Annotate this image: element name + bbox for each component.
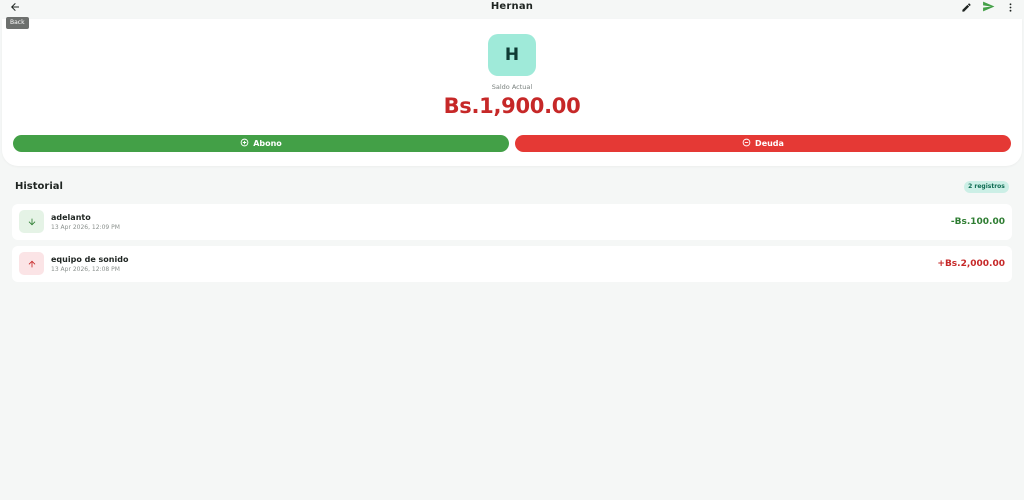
app-bar: Hernan: [0, 0, 1024, 18]
pencil-icon: [961, 0, 972, 17]
avatar-initial: H: [504, 45, 520, 65]
avatar: H: [488, 34, 536, 76]
records-count-badge: 2 registros: [964, 181, 1009, 193]
transaction-name: equipo de sonido: [51, 255, 129, 264]
app-bar-actions: [958, 0, 1018, 14]
more-options-button[interactable]: [1002, 0, 1018, 14]
history-title: Historial: [15, 181, 63, 192]
arrow-down-icon: [27, 212, 37, 231]
balance-amount: Bs.1,900.00: [443, 94, 581, 118]
transaction-amount: +Bs.2,000.00: [937, 259, 1005, 269]
send-icon: [982, 0, 995, 17]
arrow-up-icon: [27, 254, 37, 273]
send-button[interactable]: [980, 0, 996, 14]
abono-label: Abono: [253, 139, 282, 148]
transaction-amount: -Bs.100.00: [950, 217, 1005, 227]
transaction-direction-badge: [19, 210, 44, 233]
edit-button[interactable]: [958, 0, 974, 14]
transaction-name: adelanto: [51, 213, 91, 222]
back-tooltip: Back: [6, 17, 29, 29]
transaction-date: 13 Apr 2026, 12:08 PM: [51, 266, 120, 273]
transaction-direction-badge: [19, 252, 44, 275]
page-title: Hernan: [490, 1, 534, 12]
balance-label: Saldo Actual: [491, 83, 533, 91]
transaction-row[interactable]: equipo de sonido 13 Apr 2026, 12:08 PM +…: [12, 246, 1012, 282]
add-circle-icon: [240, 138, 249, 149]
transaction-row[interactable]: adelanto 13 Apr 2026, 12:09 PM -Bs.100.0…: [12, 204, 1012, 240]
deuda-button[interactable]: Deuda: [515, 135, 1011, 152]
transaction-date: 13 Apr 2026, 12:09 PM: [51, 224, 120, 231]
remove-circle-icon: [742, 138, 751, 149]
deuda-label: Deuda: [755, 139, 784, 148]
contact-summary-card: H Saldo Actual Bs.1,900.00 Abono Deuda: [2, 19, 1022, 166]
abono-button[interactable]: Abono: [13, 135, 509, 152]
more-vert-icon: [1005, 0, 1016, 17]
